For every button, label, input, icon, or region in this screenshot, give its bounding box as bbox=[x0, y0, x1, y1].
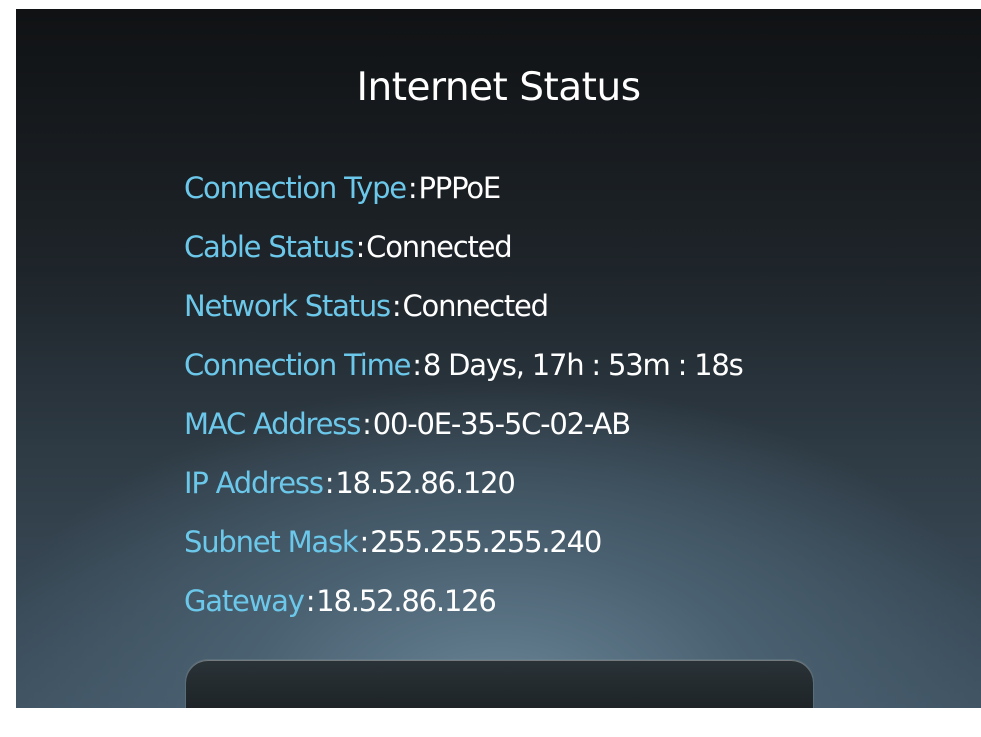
cable-status-label: Cable Status bbox=[184, 230, 355, 264]
status-row-subnet-mask: Subnet Mask:255.255.255.240 bbox=[184, 513, 743, 572]
cable-status-value: Connected bbox=[366, 230, 513, 264]
internet-status-screen: Internet Status Connection Type:PPPoE Ca… bbox=[16, 9, 981, 708]
subnet-mask-value: 255.255.255.240 bbox=[370, 525, 602, 559]
separator: : bbox=[412, 348, 422, 382]
gateway-label: Gateway bbox=[184, 584, 305, 618]
network-status-value: Connected bbox=[402, 289, 550, 323]
status-row-cable-status: Cable Status:Connected bbox=[184, 218, 743, 277]
status-row-connection-type: Connection Type:PPPoE bbox=[184, 159, 743, 218]
status-row-connection-time: Connection Time:8 Days, 17h : 53m : 18s bbox=[184, 336, 744, 395]
separator: : bbox=[359, 525, 370, 559]
separator: : bbox=[355, 230, 366, 264]
network-status-label: Network Status bbox=[184, 289, 391, 323]
bottom-panel bbox=[186, 660, 813, 708]
status-row-ip-address: IP Address:18.52.86.120 bbox=[184, 454, 743, 513]
connection-type-value: PPPoE bbox=[418, 171, 502, 205]
status-row-mac-address: MAC Address:00-0E-35-5C-02-AB bbox=[184, 395, 743, 454]
subnet-mask-label: Subnet Mask bbox=[184, 525, 359, 559]
gateway-value: 18.52.86.126 bbox=[316, 584, 497, 618]
separator: : bbox=[362, 407, 372, 441]
connection-type-label: Connection Type bbox=[184, 171, 407, 205]
page-title: Internet Status bbox=[356, 65, 641, 110]
separator: : bbox=[305, 584, 316, 618]
connection-time-label: Connection Time bbox=[184, 348, 411, 382]
separator: : bbox=[391, 289, 402, 323]
separator: : bbox=[324, 466, 335, 500]
mac-address-value: 00-0E-35-5C-02-AB bbox=[372, 407, 631, 441]
ip-address-value: 18.52.86.120 bbox=[335, 466, 516, 500]
mac-address-label: MAC Address bbox=[184, 407, 361, 441]
status-row-network-status: Network Status:Connected bbox=[184, 277, 743, 336]
ip-address-label: IP Address bbox=[184, 466, 324, 500]
separator: : bbox=[407, 171, 418, 205]
status-row-gateway: Gateway:18.52.86.126 bbox=[184, 572, 743, 631]
connection-time-value: 8 Days, 17h : 53m : 18s bbox=[422, 348, 744, 382]
status-list: Connection Type:PPPoE Cable Status:Conne… bbox=[184, 159, 744, 631]
